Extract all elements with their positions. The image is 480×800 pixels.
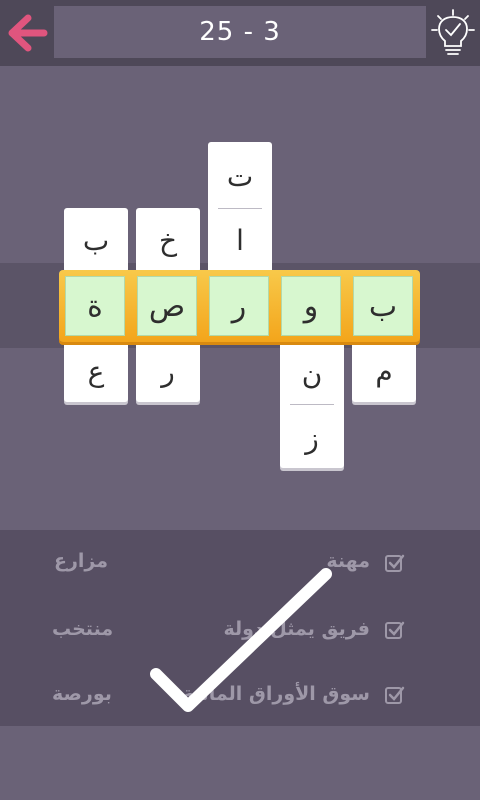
checkbox-checked-icon [385,621,405,639]
clue-answer: بورصة [52,683,112,705]
letter: ع [87,354,105,388]
answer-row: ة ص ر و ب [59,270,420,342]
column-tile: ب [64,208,128,272]
tile-divider [218,208,262,209]
answer-cell[interactable]: ر [209,276,269,336]
column-tile: ن ز [280,338,344,468]
checkbox-checked-icon [385,686,405,704]
letter: م [375,354,393,388]
letter: ز [305,421,319,455]
checkbox-checked-icon [385,554,405,572]
letter: ن [301,357,323,391]
answer-cell[interactable]: و [281,276,341,336]
answer-cell[interactable]: ص [137,276,197,336]
column-tile: خ [136,208,200,272]
letter: ر [161,354,175,388]
column-tile: ر [136,340,200,402]
top-bar: 25 - 3 [0,0,480,66]
level-indicator: 25 - 3 [54,6,426,58]
letter: ت [226,159,254,193]
letter: خ [158,223,178,257]
letter: ا [236,223,244,257]
back-arrow-icon[interactable] [8,14,48,52]
answer-cell[interactable]: ة [65,276,125,336]
big-check-icon [150,568,332,712]
column-tile: ت ا [208,142,272,274]
lightbulb-check-icon[interactable] [430,8,476,58]
answer-cell[interactable]: ب [353,276,413,336]
column-tile: ع [64,340,128,402]
letter: ب [82,223,110,257]
clue-answer: مزارع [54,550,109,572]
column-tile: م [352,340,416,402]
clue-answer: منتخب [52,618,114,640]
tile-divider [290,404,334,405]
